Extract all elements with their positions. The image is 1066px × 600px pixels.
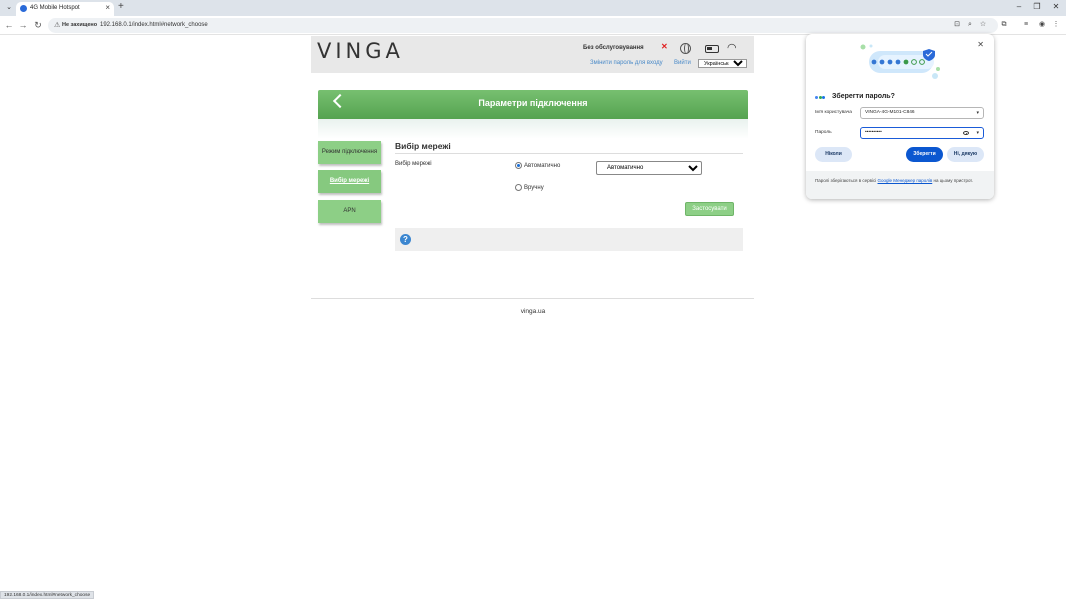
back-arrow-icon[interactable]: ← — [4, 20, 14, 30]
language-select[interactable]: Українська — [698, 59, 747, 68]
password-manager-link[interactable]: Google Менеджер паролів — [878, 178, 933, 183]
sidebar-item-connection-mode[interactable]: Режим підключення — [318, 141, 381, 164]
save-button[interactable]: Зберегти — [906, 147, 943, 162]
dialog-footer: Паролі зберігаються в сервісі Google Мен… — [806, 171, 994, 199]
not-secure-label[interactable]: Не захищено — [62, 22, 97, 28]
browser-tabstrip: ⌄ 4G Mobile Hotspot × + – ❐ ✕ — [0, 0, 1066, 16]
section-divider — [395, 153, 743, 154]
manual-radio-label[interactable]: Вручну — [524, 185, 544, 191]
extensions-icon[interactable]: ⧉ — [999, 20, 1009, 30]
footer-text-end: на цьому пристрої. — [932, 178, 974, 183]
warning-icon[interactable]: ⚠ — [54, 21, 60, 29]
status-bar-url: 192.168.0.1/index.html#network_choose — [0, 591, 95, 599]
username-field[interactable]: VINGA-4G-M101-C846 ▾ — [860, 107, 984, 119]
media-icon[interactable]: ≡ — [1021, 20, 1031, 30]
tab-search-icon[interactable]: ⌄ — [4, 3, 14, 13]
eye-icon[interactable] — [963, 131, 969, 135]
section-title: Вибір мережі — [395, 141, 451, 151]
tab-favicon-icon — [20, 5, 27, 12]
footer-site: vinga.ua — [520, 308, 546, 315]
page-title: Параметри підключення — [478, 98, 588, 108]
password-label: Пароль — [815, 130, 832, 135]
help-bar: ? — [395, 228, 743, 251]
dialog-title: Зберегти пароль? — [832, 93, 895, 100]
auto-radio-label[interactable]: Автоматично — [524, 163, 560, 169]
forward-arrow-icon[interactable]: → — [18, 20, 28, 30]
globe-icon — [680, 43, 691, 54]
password-value[interactable]: •••••••••• — [865, 130, 882, 135]
manual-radio[interactable] — [515, 184, 522, 191]
username-value[interactable]: VINGA-4G-M101-C846 — [865, 110, 915, 115]
translate-icon[interactable]: ⊡ — [952, 20, 962, 30]
browser-tab[interactable]: 4G Mobile Hotspot × — [16, 2, 114, 16]
network-status: Без обслуговування — [583, 45, 644, 51]
zoom-icon[interactable]: ⌕ — [965, 20, 975, 30]
change-password-link[interactable]: Змінити пароль для входу — [590, 60, 663, 66]
bookmark-star-icon[interactable]: ☆ — [978, 20, 988, 30]
no-signal-x-icon: ✕ — [661, 42, 668, 51]
username-dropdown-icon[interactable]: ▾ — [976, 108, 979, 118]
sidebar-item-network-choice[interactable]: Вибір мережі — [318, 170, 381, 193]
network-mode-select[interactable]: Автоматично — [596, 161, 702, 175]
tab-title: 4G Mobile Hotspot — [30, 5, 80, 11]
password-field[interactable]: •••••••••• ▾ — [860, 127, 984, 139]
page-banner: Параметри підключення — [318, 90, 748, 119]
apply-button[interactable]: Застосувати — [685, 202, 734, 216]
tab-close-icon[interactable]: × — [105, 3, 110, 12]
new-tab-icon[interactable]: + — [118, 1, 124, 12]
profile-icon[interactable]: ◉ — [1037, 20, 1047, 30]
password-illustration-icon — [860, 44, 940, 79]
minimize-icon[interactable]: – — [1013, 2, 1025, 11]
settings-content: Режим підключення Вибір мережі APN Вибір… — [318, 119, 748, 259]
reload-icon[interactable]: ↻ — [33, 20, 43, 30]
google-password-manager-icon — [815, 94, 826, 99]
close-icon[interactable]: ✕ — [977, 40, 984, 49]
wifi-icon: ◠ — [727, 42, 737, 54]
battery-icon — [705, 45, 719, 53]
url-text[interactable]: 192.168.0.1/index.html#network_choose — [100, 22, 208, 28]
no-thanks-button[interactable]: Ні, дякую — [947, 147, 984, 162]
restore-icon[interactable]: ❐ — [1031, 2, 1043, 11]
auto-radio[interactable] — [515, 162, 522, 169]
footer-divider — [311, 298, 754, 299]
address-bar[interactable]: ⚠ Не захищено 192.168.0.1/index.html#net… — [48, 18, 998, 33]
footer-text: Паролі зберігаються в сервісі — [815, 178, 878, 183]
logout-link[interactable]: Вийти — [674, 60, 691, 66]
menu-dots-icon[interactable]: ⋮ — [1051, 20, 1061, 30]
browser-toolbar: ← → ↻ ⚠ Не захищено 192.168.0.1/index.ht… — [0, 16, 1066, 35]
username-label: Ім'я користувача — [815, 110, 852, 115]
password-dropdown-icon[interactable]: ▾ — [976, 128, 979, 138]
network-choice-label: Вибір мережі — [395, 161, 432, 167]
router-header: VINGA Без обслуговування ✕ ◠ Змінити пар… — [311, 36, 754, 73]
sidebar-item-apn[interactable]: APN — [318, 200, 381, 223]
save-password-dialog: ✕ Зберегти пароль? Ім'я користувача VING… — [806, 34, 994, 199]
never-button[interactable]: Ніколи — [815, 147, 852, 162]
close-window-icon[interactable]: ✕ — [1050, 2, 1062, 11]
logo: VINGA — [317, 39, 404, 63]
help-icon[interactable]: ? — [400, 234, 411, 245]
